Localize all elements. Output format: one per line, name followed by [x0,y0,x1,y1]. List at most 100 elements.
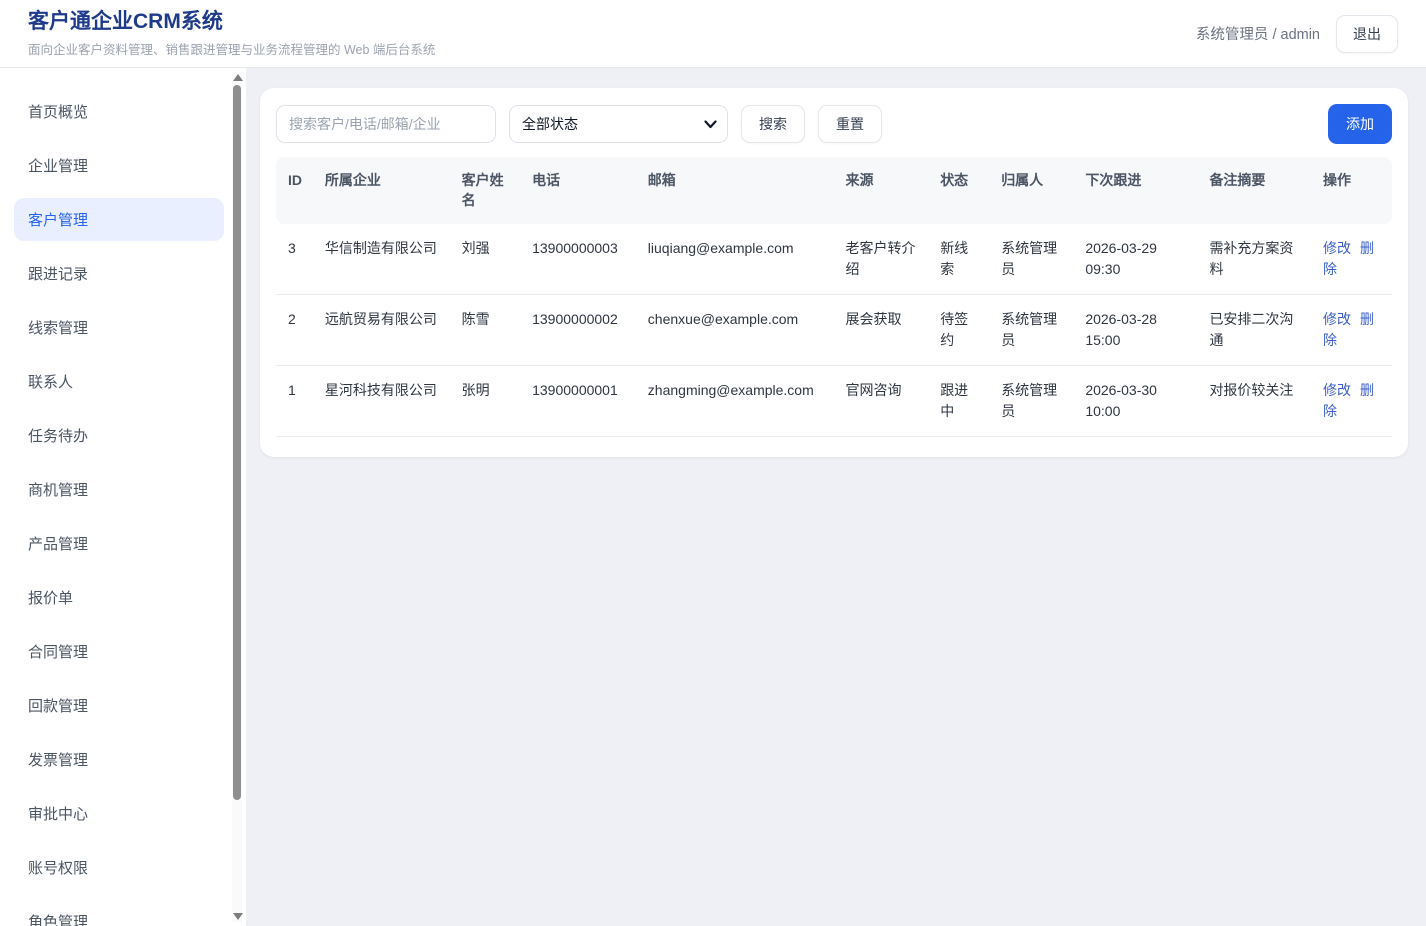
cell-source: 官网咨询 [836,365,931,436]
edit-link[interactable]: 修改 [1323,382,1351,398]
brand-block: 客户通企业CRM系统 面向企业客户资料管理、销售跟进管理与业务流程管理的 Web… [28,9,435,57]
cell-phone: 13900000001 [522,365,638,436]
sidebar-item[interactable]: 企业管理 [14,144,224,187]
sidebar-item[interactable]: 合同管理 [14,630,224,673]
main-content: 全部状态 搜索 重置 添加 ID所属企业客户姓名电话邮箱来源状态归属人下次跟进备… [246,68,1426,926]
cell-company: 远航贸易有限公司 [315,294,452,365]
chevron-down-icon [704,120,717,129]
sidebar-item[interactable]: 账号权限 [14,846,224,889]
sidebar-scrollbar-thumb[interactable] [233,85,241,800]
search-input[interactable] [276,105,496,143]
app-subtitle: 面向企业客户资料管理、销售跟进管理与业务流程管理的 Web 端后台系统 [28,39,435,58]
sidebar-item[interactable]: 首页概览 [14,90,224,133]
sidebar-item-label: 企业管理 [28,158,88,175]
table-row: 1星河科技有限公司张明13900000001zhangming@example.… [276,365,1392,436]
sidebar-item-label: 合同管理 [28,644,88,661]
sidebar-item-label: 客户管理 [28,212,88,229]
reset-button[interactable]: 重置 [818,105,882,143]
cell-owner: 系统管理员 [991,365,1075,436]
cell-actions: 修改删除 [1313,365,1392,436]
sidebar-item-label: 首页概览 [28,104,88,121]
status-filter-value: 全部状态 [522,114,578,134]
add-button[interactable]: 添加 [1328,104,1392,144]
sidebar-item[interactable]: 角色管理 [14,900,224,926]
cell-name: 张明 [452,365,522,436]
cell-id: 1 [276,365,315,436]
cell-note: 已安排二次沟通 [1199,294,1313,365]
cell-note: 需补充方案资料 [1199,224,1313,295]
sidebar-item-label: 回款管理 [28,698,88,715]
edit-link[interactable]: 修改 [1323,311,1351,327]
logout-button[interactable]: 退出 [1336,15,1398,53]
sidebar-item[interactable]: 报价单 [14,576,224,619]
search-button[interactable]: 搜索 [741,105,805,143]
sidebar-item[interactable]: 审批中心 [14,792,224,835]
scroll-down-arrow-icon[interactable] [233,913,243,920]
sidebar-item[interactable]: 发票管理 [14,738,224,781]
cell-status: 新线索 [930,224,991,295]
cell-source: 老客户转介绍 [836,224,931,295]
cell-email: chenxue@example.com [638,294,836,365]
column-header: 下次跟进 [1075,157,1199,224]
column-header: 归属人 [991,157,1075,224]
column-header: 备注摘要 [1199,157,1313,224]
scroll-up-arrow-icon[interactable] [233,74,243,81]
sidebar-item-label: 报价单 [28,590,73,607]
sidebar-item-label: 产品管理 [28,536,88,553]
customers-table: ID所属企业客户姓名电话邮箱来源状态归属人下次跟进备注摘要操作 3华信制造有限公… [276,157,1392,437]
sidebar-item[interactable]: 客户管理 [14,198,224,241]
cell-note: 对报价较关注 [1199,365,1313,436]
sidebar-item-label: 线索管理 [28,320,88,337]
cell-next-follow-up: 2026-03-29 09:30 [1075,224,1199,295]
user-info: 系统管理员 / admin [1196,23,1320,44]
status-filter-select[interactable]: 全部状态 [509,105,728,143]
cell-id: 2 [276,294,315,365]
sidebar-item[interactable]: 跟进记录 [14,252,224,295]
cell-email: zhangming@example.com [638,365,836,436]
table-row: 3华信制造有限公司刘强13900000003liuqiang@example.c… [276,224,1392,295]
column-header: 邮箱 [638,157,836,224]
column-header: 操作 [1313,157,1392,224]
app-header: 客户通企业CRM系统 面向企业客户资料管理、销售跟进管理与业务流程管理的 Web… [0,0,1426,68]
column-header: 电话 [522,157,638,224]
table-header-row: ID所属企业客户姓名电话邮箱来源状态归属人下次跟进备注摘要操作 [276,157,1392,224]
cell-company: 华信制造有限公司 [315,224,452,295]
sidebar-item-label: 审批中心 [28,806,88,823]
cell-status: 待签约 [930,294,991,365]
sidebar-item[interactable]: 任务待办 [14,414,224,457]
sidebar-item[interactable]: 商机管理 [14,468,224,511]
sidebar: 首页概览 企业管理 客户管理 跟进记录 线索管理 联系人 任务待办 商机管理 产… [0,68,246,926]
sidebar-item-label: 账号权限 [28,860,88,877]
sidebar-item-label: 角色管理 [28,914,88,926]
cell-owner: 系统管理员 [991,294,1075,365]
column-header: 状态 [930,157,991,224]
sidebar-item[interactable]: 线索管理 [14,306,224,349]
cell-name: 刘强 [452,224,522,295]
column-header: 客户姓名 [452,157,522,224]
cell-owner: 系统管理员 [991,224,1075,295]
cell-status: 跟进中 [930,365,991,436]
cell-phone: 13900000002 [522,294,638,365]
cell-phone: 13900000003 [522,224,638,295]
sidebar-item-label: 商机管理 [28,482,88,499]
customer-management-panel: 全部状态 搜索 重置 添加 ID所属企业客户姓名电话邮箱来源状态归属人下次跟进备… [260,88,1408,457]
sidebar-item[interactable]: 联系人 [14,360,224,403]
cell-next-follow-up: 2026-03-28 15:00 [1075,294,1199,365]
column-header: ID [276,157,315,224]
cell-actions: 修改删除 [1313,294,1392,365]
sidebar-item[interactable]: 产品管理 [14,522,224,565]
edit-link[interactable]: 修改 [1323,240,1351,256]
cell-source: 展会获取 [836,294,931,365]
sidebar-scrollbar[interactable] [232,72,242,922]
sidebar-item[interactable]: 回款管理 [14,684,224,727]
cell-company: 星河科技有限公司 [315,365,452,436]
cell-name: 陈雪 [452,294,522,365]
table-row: 2远航贸易有限公司陈雪13900000002chenxue@example.co… [276,294,1392,365]
cell-next-follow-up: 2026-03-30 10:00 [1075,365,1199,436]
app-title: 客户通企业CRM系统 [28,9,435,35]
column-header: 来源 [836,157,931,224]
sidebar-item-label: 跟进记录 [28,266,88,283]
sidebar-item-label: 联系人 [28,374,73,391]
cell-id: 3 [276,224,315,295]
cell-email: liuqiang@example.com [638,224,836,295]
